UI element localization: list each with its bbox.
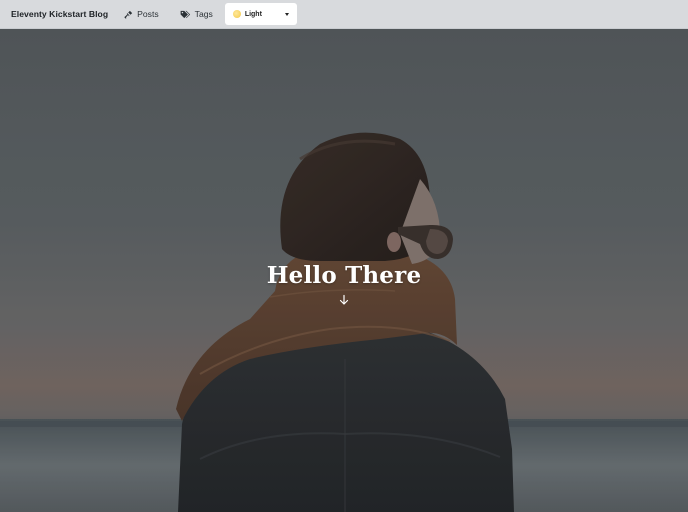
nav-posts-link[interactable]: Posts: [124, 9, 159, 19]
top-navbar: Eleventy Kickstart Blog Posts Tags Light: [0, 0, 688, 29]
nav-tags-label: Tags: [194, 9, 213, 19]
theme-select[interactable]: Light: [224, 3, 297, 25]
nav-tags-link[interactable]: Tags: [180, 9, 213, 19]
hero-title: Hello There: [266, 262, 422, 289]
theme-select-value: Light: [244, 10, 262, 18]
tags-icon: [180, 10, 190, 18]
site-brand[interactable]: Eleventy Kickstart Blog: [11, 9, 108, 19]
hero-banner: Hello There: [0, 29, 688, 512]
plug-icon: [124, 10, 133, 19]
nav-posts-label: Posts: [137, 9, 159, 19]
arrow-down-icon[interactable]: [338, 294, 350, 306]
sun-icon: [232, 10, 241, 18]
caret-down-icon: [284, 12, 289, 16]
